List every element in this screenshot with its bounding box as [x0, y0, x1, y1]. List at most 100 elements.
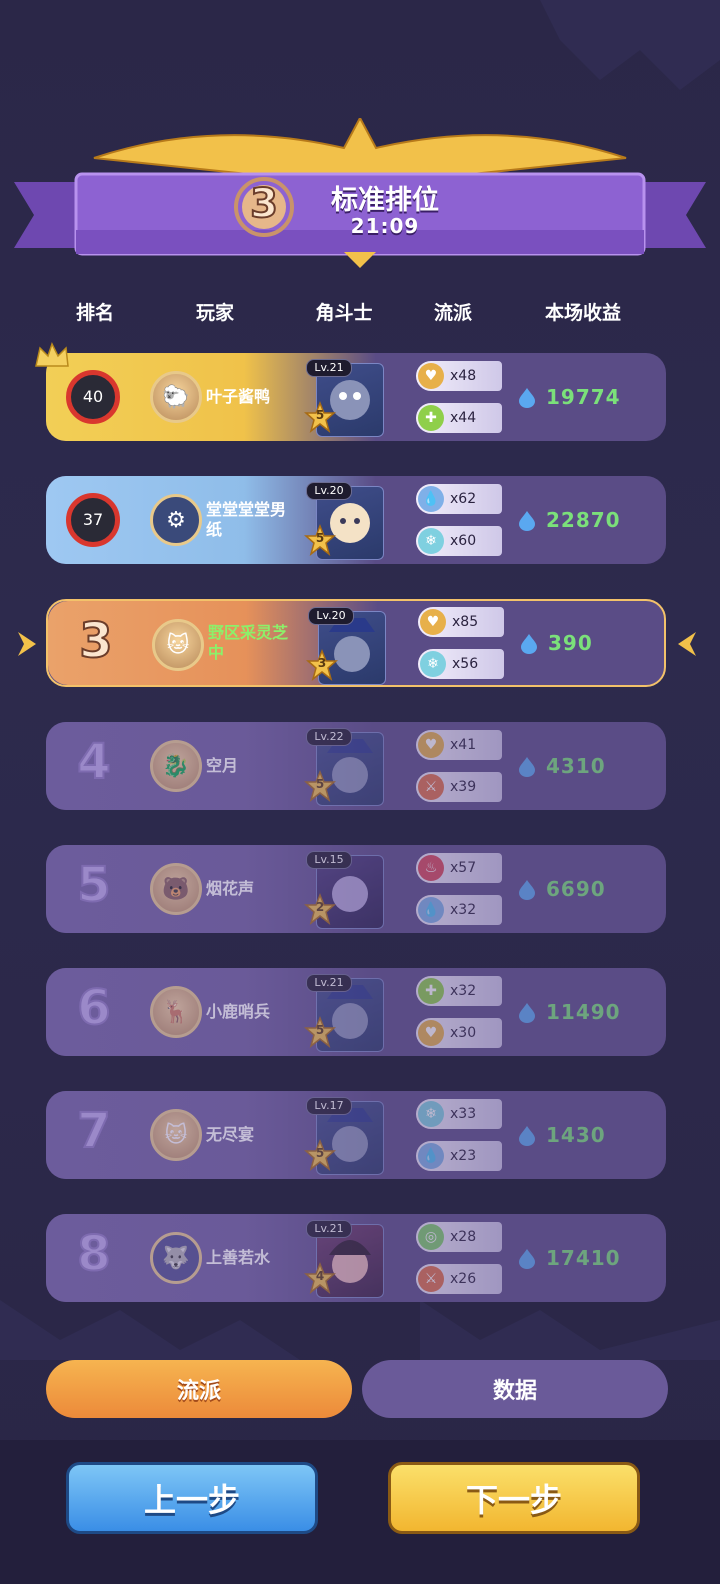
star-count: 3: [317, 656, 327, 670]
fighter-level: Lv.15: [306, 851, 352, 869]
star-badge-icon: 5: [304, 523, 336, 556]
tab-traits[interactable]: 流派: [46, 1360, 352, 1418]
trait-count: x41: [450, 737, 477, 753]
prev-button[interactable]: 上一步: [66, 1462, 318, 1534]
trait-badge[interactable]: 💧 x23: [416, 1141, 502, 1171]
ranking-row[interactable]: 8 🐺 上善若水 Lv.21 4 ◎ x28 ⚔ x26 17410: [46, 1214, 666, 1302]
player-avatar[interactable]: 🐱: [152, 619, 204, 671]
gem-icon: [519, 388, 535, 408]
gem-icon: [519, 880, 535, 900]
star-badge-icon: 3: [306, 648, 338, 681]
earnings: 1430: [516, 1091, 606, 1179]
column-player: 玩家: [195, 302, 234, 324]
column-traits: 流派: [433, 302, 472, 324]
trait-badge[interactable]: 💧 x32: [416, 895, 502, 925]
column-fighter: 角斗士: [315, 302, 373, 324]
trait-badge[interactable]: 💧 x62: [416, 484, 502, 514]
trait-count: x57: [450, 860, 477, 876]
tab-data[interactable]: 数据: [362, 1360, 668, 1418]
star-badge-icon: 5: [304, 1015, 336, 1048]
player-avatar[interactable]: 🐻: [150, 863, 202, 915]
fighter-level: Lv.21: [306, 1220, 352, 1238]
trait-badge[interactable]: ✚ x44: [416, 403, 502, 433]
gem-icon: [521, 634, 537, 654]
trait-count: x30: [450, 1025, 477, 1041]
trait-count: x32: [450, 902, 477, 918]
ranking-row[interactable]: 37 ⚙ 堂堂堂堂男纸 Lv.20 5 💧 x62 ❄ x60 22870: [46, 476, 666, 564]
rank-number: 5: [76, 856, 111, 914]
player-avatar[interactable]: 🐑: [150, 371, 202, 423]
player-avatar[interactable]: 🦌: [150, 986, 202, 1038]
trait-badge[interactable]: ✚ x32: [416, 976, 502, 1006]
star-count: 5: [315, 777, 325, 791]
trait-count: x33: [450, 1106, 477, 1122]
earnings: 19774: [516, 353, 621, 441]
rank-number: 7: [76, 1102, 111, 1160]
next-button[interactable]: 下一步: [388, 1462, 640, 1534]
trait-badge[interactable]: ⚔ x26: [416, 1264, 502, 1294]
trait-count: x60: [450, 533, 477, 549]
fighter-level: Lv.22: [306, 728, 352, 746]
player-name: 叶子酱鸭: [206, 387, 271, 406]
gem-icon: [519, 1003, 535, 1023]
fighter-level: Lv.20: [308, 607, 354, 625]
player-name: 空月: [206, 756, 239, 775]
earnings-value: 11490: [546, 1000, 621, 1024]
fighter-level: Lv.21: [306, 974, 352, 992]
star-badge-icon: 5: [304, 769, 336, 802]
trait-badge[interactable]: ♥ x85: [418, 607, 504, 637]
ranking-row[interactable]: 4 🐉 空月 Lv.22 5 ♥ x41 ⚔ x39 4310: [46, 722, 666, 810]
star-count: 2: [315, 900, 325, 914]
earnings-value: 390: [548, 631, 593, 655]
star-count: 5: [315, 408, 325, 422]
trait-badge[interactable]: ❄ x60: [416, 526, 502, 556]
trait-badge[interactable]: ♥ x48: [416, 361, 502, 391]
trait-count: x48: [450, 368, 477, 384]
trait-badge[interactable]: ♨ x57: [416, 853, 502, 883]
trait-count: x32: [450, 983, 477, 999]
rank-medal-number: 3: [249, 180, 279, 228]
trait-count: x39: [450, 779, 477, 795]
water-drop-icon: 💧: [418, 897, 444, 923]
hp-value: 37: [82, 510, 104, 529]
match-time: 21:09: [350, 214, 420, 238]
fighter-level: Lv.20: [306, 482, 352, 500]
earnings-value: 19774: [546, 385, 621, 409]
trait-badge[interactable]: ❄ x56: [418, 649, 504, 679]
water-drop-icon: 💧: [418, 486, 444, 512]
trait-badge[interactable]: ❄ x33: [416, 1099, 502, 1129]
hp-value: 40: [82, 387, 104, 406]
earnings-value: 22870: [546, 508, 621, 532]
star-badge-icon: 4: [304, 1261, 336, 1294]
trait-badge[interactable]: ⚔ x39: [416, 772, 502, 802]
rank-medal: 3: [228, 175, 300, 239]
earnings: 390: [518, 601, 593, 685]
ranking-row[interactable]: 7 🐱 无尽宴 Lv.17 5 ❄ x33 💧 x23 1430: [46, 1091, 666, 1179]
left-pointer-icon: [14, 630, 38, 658]
star-badge-icon: 5: [304, 1138, 336, 1171]
rank-number: 4: [76, 733, 111, 791]
ranking-row-self[interactable]: 3 🐱 野区采灵芝中 Lv.20 3 ♥ x85 ❄ x56 390: [46, 599, 666, 687]
trait-badge[interactable]: ♥ x41: [416, 730, 502, 760]
claw-icon: ⚔: [418, 774, 444, 800]
star-badge-icon: 5: [304, 400, 336, 433]
trait-count: x28: [450, 1229, 477, 1245]
earnings: 17410: [516, 1214, 621, 1302]
player-name: 上善若水: [206, 1248, 271, 1267]
snowflake-icon: ❄: [420, 651, 446, 677]
mode-title: 标准排位: [331, 185, 439, 216]
player-avatar[interactable]: 🐉: [150, 740, 202, 792]
star-count: 5: [315, 1146, 325, 1160]
snowflake-icon: ❄: [418, 1101, 444, 1127]
heart-icon: ♥: [420, 609, 446, 635]
ranking-row[interactable]: 40 🐑 叶子酱鸭 Lv.21 5 ♥ x48 ✚ x44 19774: [46, 353, 666, 441]
ranking-row[interactable]: 5 🐻 烟花声 Lv.15 2 ♨ x57 💧 x32 6690: [46, 845, 666, 933]
trait-badge[interactable]: ◎ x28: [416, 1222, 502, 1252]
trait-count: x85: [452, 614, 479, 630]
ranking-row[interactable]: 6 🦌 小鹿哨兵 Lv.21 5 ✚ x32 ♥ x30 11490: [46, 968, 666, 1056]
player-avatar[interactable]: 🐺: [150, 1232, 202, 1284]
player-name: 无尽宴: [206, 1125, 255, 1144]
trait-badge[interactable]: ♥ x30: [416, 1018, 502, 1048]
player-avatar[interactable]: ⚙: [150, 494, 202, 546]
player-avatar[interactable]: 🐱: [150, 1109, 202, 1161]
